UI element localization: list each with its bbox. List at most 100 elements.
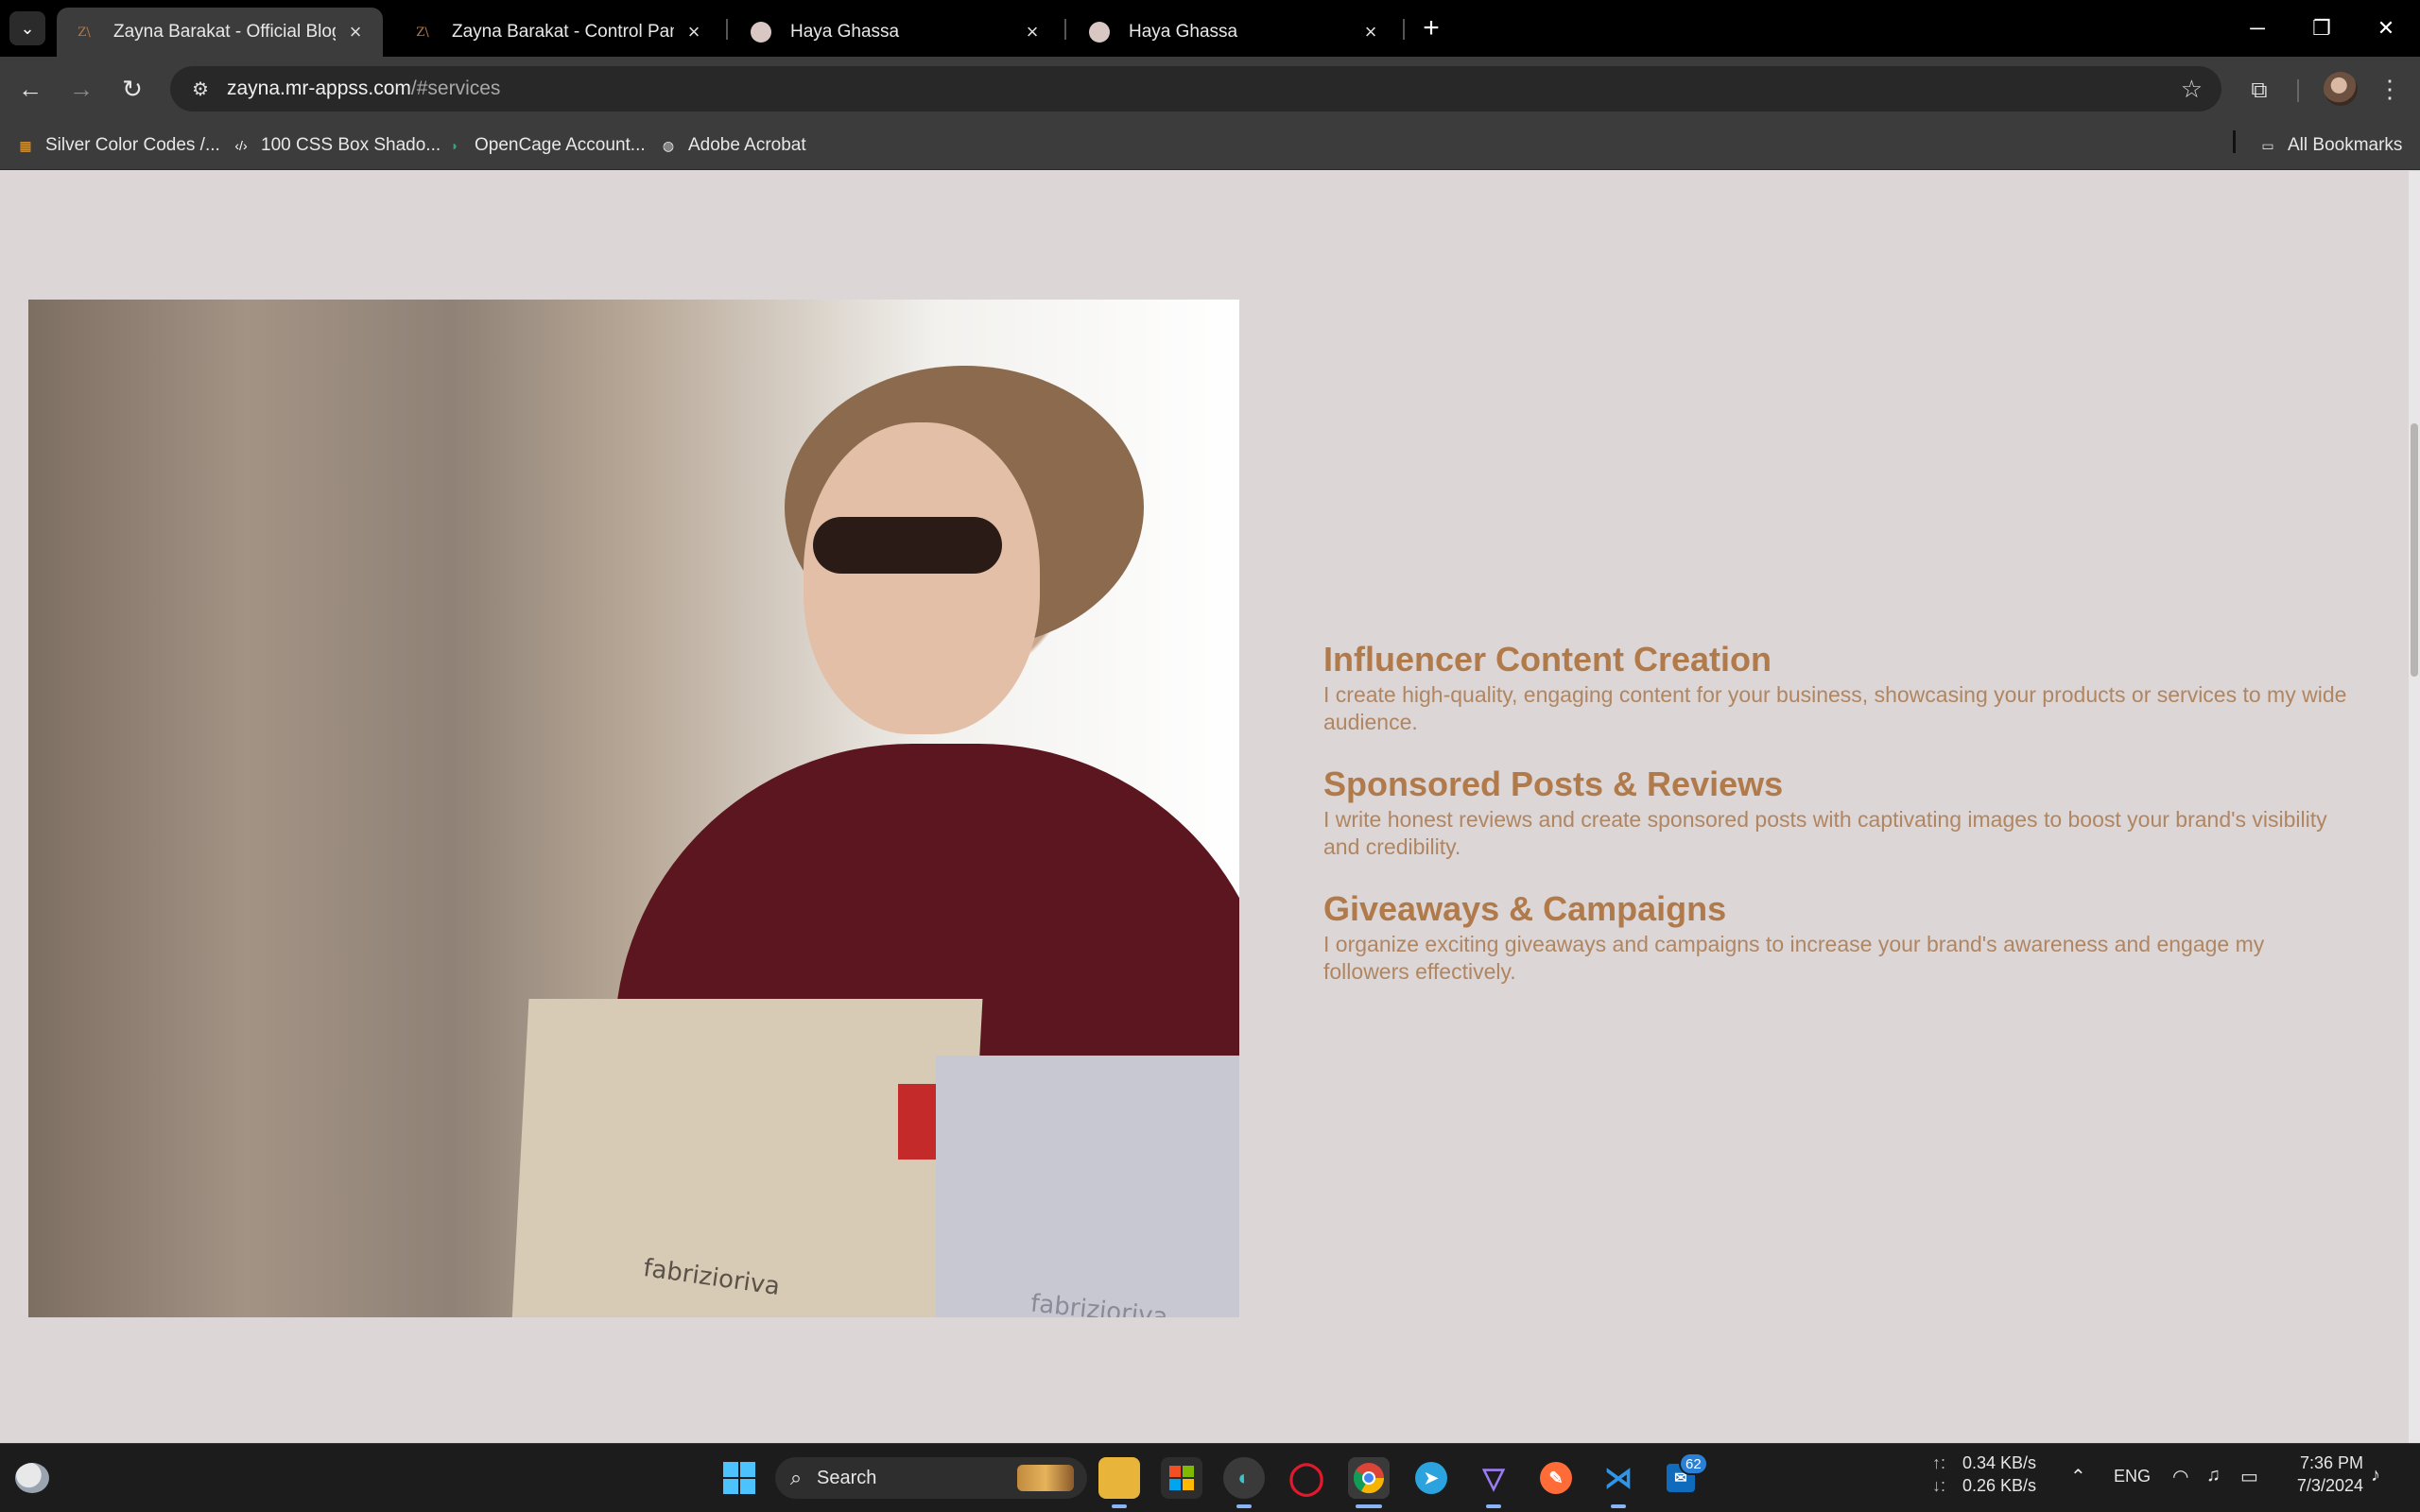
service-description: I create high-quality, engaging content …: [1323, 682, 2347, 734]
bookmark-opencage[interactable]: ◗ OpenCage Account...: [444, 132, 646, 159]
chrome-icon[interactable]: [1348, 1457, 1390, 1499]
tab-haya-ghassa-1[interactable]: Haya Ghassa ×: [734, 8, 1060, 57]
tab-zayna-official[interactable]: Z\ Zayna Barakat - Official Blogger ×: [57, 8, 383, 57]
minimize-icon: ─: [2250, 16, 2265, 40]
new-tab-button[interactable]: +: [1412, 9, 1450, 47]
search-highlight-image: [1017, 1465, 1074, 1491]
tab-haya-ghassa-2[interactable]: Haya Ghassa ×: [1072, 8, 1398, 57]
arrow-right-icon: →: [69, 74, 94, 103]
tab-search-button[interactable]: ⌄: [9, 11, 45, 45]
services-list: Influencer Content Creation I create hig…: [1323, 640, 2354, 1014]
image-sunglasses: [813, 517, 1002, 574]
tab-title: Zayna Barakat - Official Blogger: [113, 22, 336, 42]
taskbar-search[interactable]: ⌕ Search: [775, 1457, 1087, 1499]
bookmark-label: OpenCage Account...: [475, 135, 646, 155]
upload-arrow-icon: ↑:: [1932, 1453, 1946, 1472]
reload-button[interactable]: ↻: [113, 70, 151, 108]
folder-icon: ▭: [2261, 137, 2274, 153]
search-icon: ⌕: [789, 1466, 803, 1489]
zb-logo-icon: Z\: [416, 25, 429, 40]
service-title: Giveaways & Campaigns: [1323, 889, 1727, 928]
minimize-button[interactable]: ─: [2225, 0, 2290, 57]
page-scrollbar[interactable]: [2409, 171, 2420, 1443]
close-window-button[interactable]: ✕: [2354, 0, 2418, 57]
chrome-logo-icon: [1353, 1463, 1385, 1494]
bookmark-adobe-acrobat[interactable]: ◍ Adobe Acrobat: [658, 132, 806, 159]
service-item: Influencer Content Creation I create hig…: [1323, 640, 2354, 736]
service-description: I write honest reviews and create sponso…: [1323, 807, 2327, 859]
vscode-icon[interactable]: ⋊: [1598, 1457, 1639, 1499]
running-indicator: [1236, 1504, 1252, 1508]
globe-icon: ◍: [662, 137, 675, 153]
microsoft-store-icon[interactable]: [1161, 1457, 1202, 1499]
bookmark-label: Adobe Acrobat: [688, 135, 806, 155]
start-button[interactable]: [718, 1457, 760, 1499]
search-label: Search: [817, 1467, 877, 1488]
restore-button[interactable]: ❐: [2290, 0, 2354, 57]
upload-speed: 0.34 KB/s: [1962, 1453, 2037, 1472]
url-host: zayna.mr-appss.com: [227, 77, 411, 99]
forward-button[interactable]: →: [62, 70, 100, 108]
site-settings-icon[interactable]: ⚙: [182, 77, 219, 101]
bookmarks-divider: [2233, 130, 2236, 153]
telegram-icon[interactable]: ➤: [1410, 1457, 1452, 1499]
running-indicator: [1486, 1504, 1501, 1508]
bookmark-label: Silver Color Codes /...: [45, 135, 220, 155]
network-speed: ↑: 0.34 KB/s ↓: 0.26 KB/s: [1932, 1452, 2036, 1497]
running-indicator: [1611, 1504, 1626, 1508]
circle-logo-icon: [1089, 22, 1110, 43]
arrow-left-icon: ←: [18, 74, 43, 103]
profile-avatar[interactable]: [2324, 72, 2358, 106]
bookmark-css-box-shadows[interactable]: ‹/› 100 CSS Box Shado...: [231, 132, 441, 159]
download-speed: 0.26 KB/s: [1962, 1476, 2037, 1495]
bookmark-label: 100 CSS Box Shado...: [261, 135, 441, 155]
all-bookmarks-button[interactable]: ▭ All Bookmarks: [2257, 132, 2402, 159]
tab-title: Haya Ghassa: [790, 22, 900, 42]
vpn-icon[interactable]: ▽: [1473, 1457, 1514, 1499]
notification-bell-icon[interactable]: ♪: [2371, 1465, 2380, 1486]
battery-icon[interactable]: ▭: [2240, 1465, 2258, 1488]
edge-icon[interactable]: ◐: [1223, 1457, 1265, 1499]
tab-strip: ⌄ Z\ Zayna Barakat - Official Blogger × …: [0, 0, 2420, 57]
code-icon: ‹/›: [234, 138, 248, 153]
store-grid-icon: [1169, 1466, 1194, 1490]
bookmarks-bar: ▦ Silver Color Codes /... ‹/› 100 CSS Bo…: [0, 121, 2420, 170]
weather-icon[interactable]: [15, 1463, 49, 1493]
windows-logo-icon: [723, 1462, 755, 1494]
bookmark-star-icon[interactable]: ☆: [2181, 75, 2203, 104]
address-bar[interactable]: ⚙ zayna.mr-appss.com/#services ☆: [170, 66, 2221, 112]
tab-divider: [1064, 19, 1066, 40]
circle-logo-icon: [751, 22, 771, 43]
close-icon[interactable]: ×: [683, 20, 704, 44]
restore-icon: ❐: [2312, 16, 2331, 40]
scrollbar-thumb[interactable]: [2411, 423, 2418, 677]
opera-icon[interactable]: ◯: [1286, 1457, 1327, 1499]
close-icon[interactable]: ×: [1022, 20, 1043, 44]
system-clock[interactable]: 7:36 PM 7/3/2024: [2269, 1452, 2363, 1497]
tab-divider: [726, 19, 728, 40]
image-face: [804, 422, 1040, 734]
notification-badge: 62: [1679, 1452, 1708, 1475]
close-icon[interactable]: ×: [1360, 20, 1381, 44]
all-bookmarks-label: All Bookmarks: [2288, 135, 2403, 155]
active-app-indicator: [1356, 1504, 1382, 1508]
menu-kebab-icon[interactable]: ⋮: [2373, 70, 2407, 108]
volume-icon[interactable]: ♫: [2206, 1465, 2221, 1486]
file-explorer-icon[interactable]: [1098, 1457, 1140, 1499]
service-title: Influencer Content Creation: [1323, 640, 1772, 679]
toolbar-divider: [2297, 79, 2299, 102]
service-title: Sponsored Posts & Reviews: [1323, 765, 1784, 803]
chevron-up-icon[interactable]: ⌃: [2070, 1465, 2086, 1488]
tab-title: Zayna Barakat - Control Panel: [452, 22, 674, 42]
bookmark-silver-color-codes[interactable]: ▦ Silver Color Codes /...: [15, 132, 220, 159]
language-indicator[interactable]: ENG: [2114, 1467, 2151, 1486]
tab-zayna-control-panel[interactable]: Z\ Zayna Barakat - Control Panel ×: [395, 8, 721, 57]
tab-title: Haya Ghassa: [1129, 22, 1238, 42]
service-item: Sponsored Posts & Reviews I write honest…: [1323, 765, 2354, 861]
back-button[interactable]: ←: [11, 70, 49, 108]
postman-icon[interactable]: ✎: [1535, 1457, 1577, 1499]
extensions-icon[interactable]: ⧉: [2242, 74, 2276, 108]
close-icon[interactable]: ×: [345, 20, 366, 44]
opencage-logo-icon: ◗: [450, 138, 459, 153]
wifi-icon[interactable]: ◠: [2172, 1465, 2188, 1488]
